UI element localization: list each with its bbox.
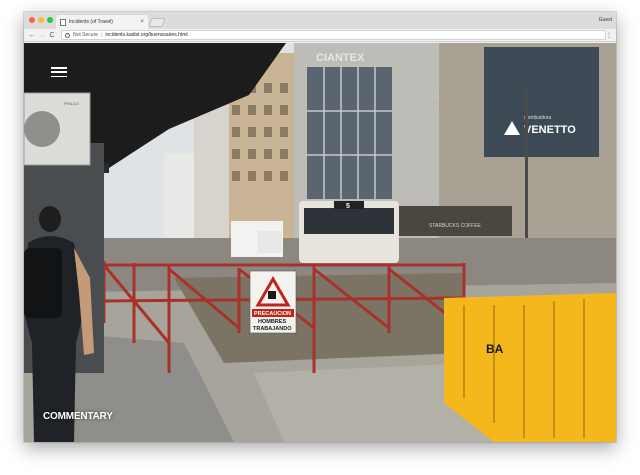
- tab-incidents[interactable]: Incidents (of Travel) ×: [56, 15, 148, 29]
- reload-icon[interactable]: C: [47, 30, 57, 40]
- warning-title: PRECAUCION: [254, 311, 291, 317]
- pedestrian-backpack: [24, 248, 62, 318]
- store-glass-facade: [307, 67, 392, 199]
- bus-number: 5: [346, 203, 350, 210]
- address-bar[interactable]: i Not Secure | incidents.kadist.org/buen…: [61, 30, 606, 40]
- tab-bar: Incidents (of Travel) × Guest: [24, 12, 616, 29]
- warning-line1: HOMBRES: [258, 319, 286, 325]
- worker-figure-icon: [268, 291, 276, 299]
- back-arrow-icon[interactable]: ←: [27, 30, 37, 40]
- page-favicon-icon: [60, 18, 66, 26]
- commentary-link[interactable]: COMMENTARY: [43, 411, 113, 422]
- minimize-window-icon[interactable]: [38, 17, 44, 23]
- close-window-icon[interactable]: [29, 17, 35, 23]
- not-secure-label: Not Secure: [73, 32, 99, 38]
- parked-car: [258, 231, 282, 253]
- banner-brand: VENETTO: [524, 124, 576, 136]
- ac-brand: PHILCO: [64, 101, 79, 106]
- browser-menu-icon[interactable]: ⋮: [606, 32, 612, 39]
- shop-awning: [392, 206, 512, 236]
- url-text[interactable]: incidents.kadist.org/buenosaires.html: [105, 32, 187, 38]
- profile-label[interactable]: Guest: [599, 17, 612, 23]
- barrier-logo: BA: [486, 342, 504, 356]
- tab-close-icon[interactable]: ×: [140, 19, 144, 25]
- pedestrian-head: [39, 206, 61, 232]
- store-sign: CIANTEX: [316, 52, 365, 64]
- page-viewport: CIANTEX X distribuidora VENETTO STARBUCK…: [24, 43, 616, 442]
- hamburger-menu-icon[interactable]: [51, 67, 67, 77]
- bus-windshield: [304, 208, 394, 234]
- url-separator: |: [101, 32, 103, 38]
- hamburger-line: [51, 75, 67, 77]
- warning-line2: TRABAJANDO: [253, 326, 292, 332]
- banner-small-text: distribuidora: [524, 115, 551, 121]
- browser-toolbar: ← → C i Not Secure | incidents.kadist.or…: [24, 29, 616, 42]
- new-tab-button[interactable]: [148, 18, 166, 27]
- venetto-banner: [484, 47, 599, 157]
- excavation-pit: [174, 273, 464, 363]
- distant-tower: [194, 103, 229, 243]
- yellow-barriers: [444, 293, 616, 442]
- browser-window: Incidents (of Travel) × Guest ← → C i No…: [24, 12, 616, 442]
- hamburger-line: [51, 71, 67, 73]
- maximize-window-icon[interactable]: [47, 17, 53, 23]
- forward-arrow-icon[interactable]: →: [37, 30, 47, 40]
- street-photo: CIANTEX X distribuidora VENETTO STARBUCK…: [24, 43, 616, 442]
- coffee-sign: STARBUCKS COFFEE: [429, 223, 482, 229]
- lamp-post: [525, 88, 528, 263]
- ac-fan-icon: [24, 111, 60, 147]
- tab-title: Incidents (of Travel): [69, 19, 113, 25]
- hamburger-line: [51, 67, 67, 69]
- info-icon[interactable]: i: [65, 32, 70, 38]
